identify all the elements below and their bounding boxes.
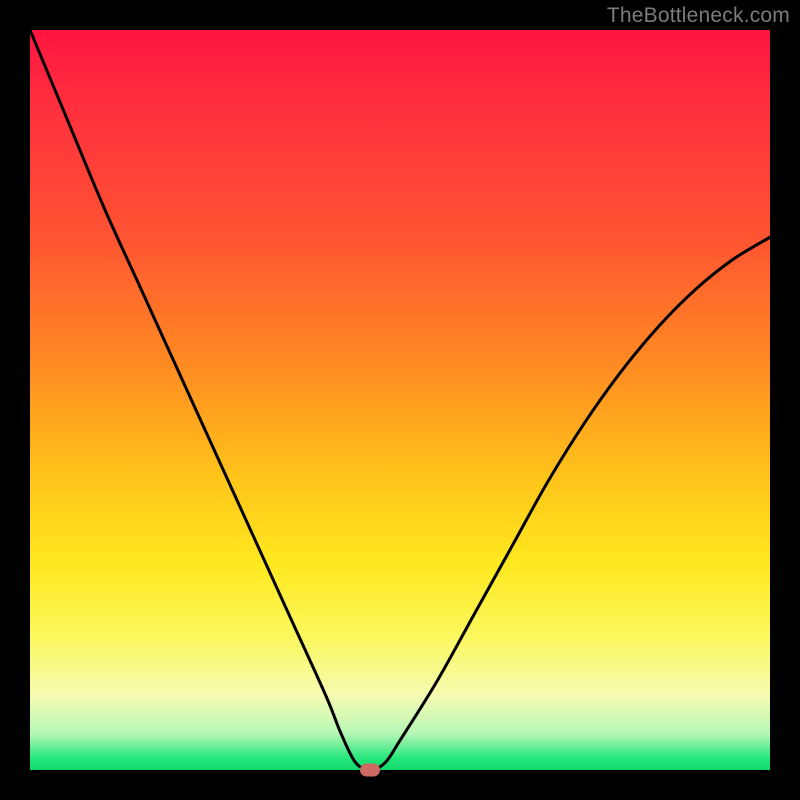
watermark-text: TheBottleneck.com bbox=[607, 4, 790, 28]
minimum-marker bbox=[360, 764, 380, 777]
chart-frame: TheBottleneck.com bbox=[0, 0, 800, 800]
curve-path bbox=[30, 30, 770, 770]
plot-area bbox=[30, 30, 770, 770]
bottleneck-curve bbox=[30, 30, 770, 770]
